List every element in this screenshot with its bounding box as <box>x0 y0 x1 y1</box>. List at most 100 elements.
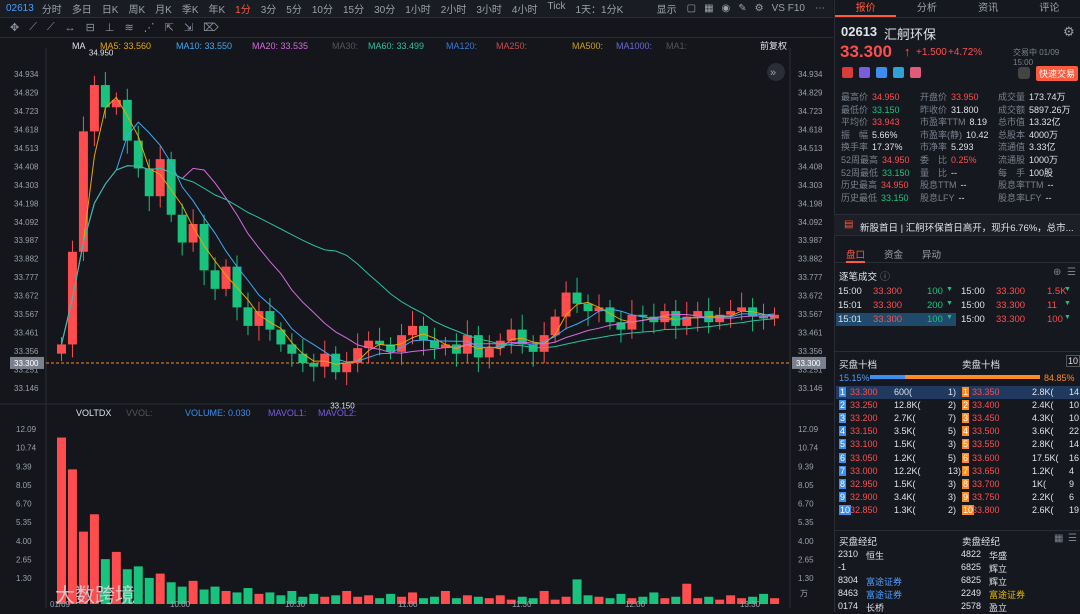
stat-item: 股息率TTM -- <box>998 178 1054 191</box>
interval-tab[interactable]: 1小时 <box>405 1 431 16</box>
cur-price-label-right: 33.300 <box>796 359 821 368</box>
grid-icon[interactable]: ▦ <box>704 3 713 14</box>
orderbook-cell: 10 <box>1069 400 1080 411</box>
orderbook-cell: 5) <box>948 426 957 437</box>
orderbook-row: 7 33.000 12.2K(13) 7 33.650 1.2K(4 <box>836 465 1080 478</box>
volume-bar <box>440 590 450 604</box>
volume-bar <box>155 573 165 604</box>
price-tick-label-right: 34.513 <box>798 144 823 153</box>
price-chart[interactable]: MA MA5: 33.560 MA10: 33.550 MA20: 33.535 MA3… <box>0 38 833 612</box>
interval-tab[interactable]: 4小时 <box>512 1 538 16</box>
draw-tool-icon[interactable]: ⟋ <box>29 21 37 34</box>
pen-icon[interactable]: ✎ <box>738 3 746 14</box>
candle-body <box>177 214 187 243</box>
interval-tab[interactable]: 季K <box>182 1 199 16</box>
tick-cell: 100 <box>1047 314 1063 325</box>
interval-tab[interactable]: 3分 <box>261 1 277 16</box>
tab-quote[interactable]: 报价 <box>835 0 897 17</box>
candle-body <box>254 311 264 326</box>
draw-tool-icon[interactable]: ⋰ <box>144 21 155 34</box>
more-icon[interactable]: ⋯ <box>815 3 825 14</box>
fast-trade-button[interactable]: 快速交易 <box>1036 66 1079 81</box>
broker-name[interactable]: 辉立 <box>989 562 1007 575</box>
stat-value: 34.950 <box>872 92 900 102</box>
interval-tab[interactable]: 月K <box>155 1 172 16</box>
interval-tab[interactable]: 年K <box>209 1 226 16</box>
broker-id: 8463 <box>838 588 859 598</box>
display-menu[interactable]: 显示 <box>657 1 677 16</box>
draw-tool-icon[interactable]: ⇱ <box>165 21 174 34</box>
depth-select[interactable]: 10 <box>1066 355 1080 367</box>
vol-tick-label: 5.35 <box>16 518 32 527</box>
interval-tab[interactable]: Tick <box>547 1 565 16</box>
list-icon[interactable]: ☰ <box>1068 533 1077 544</box>
orderbook-cell: 3.5K( <box>894 426 916 437</box>
draw-tool-icon[interactable]: ✥ <box>10 21 19 34</box>
interval-tab[interactable]: 1分 <box>235 1 251 16</box>
stat-item: 股息LFY -- <box>920 191 965 204</box>
grid-icon[interactable]: ▦ <box>1054 533 1063 544</box>
draw-tool-icon[interactable]: ⇲ <box>184 21 193 34</box>
stat-label: 流通值 <box>998 142 1026 153</box>
broker-name[interactable]: 富途证券 <box>866 588 902 601</box>
interval-tab[interactable]: 30分 <box>374 1 395 16</box>
stock-code[interactable]: 02613 <box>6 3 34 14</box>
interval-tab[interactable]: 分时 <box>42 1 62 16</box>
hk-flag-icon <box>842 67 853 78</box>
interval-tab[interactable]: 多日 <box>72 1 92 16</box>
orderbook-cell: 2) <box>948 504 957 515</box>
broker-name[interactable]: 恒生 <box>866 549 884 562</box>
legend-adj[interactable]: 前复权 <box>760 40 787 51</box>
draw-tool-icon[interactable]: ⊟ <box>86 21 95 34</box>
tab-news[interactable]: 资讯 <box>958 0 1019 17</box>
stat-value: -- <box>960 180 967 191</box>
broker-name[interactable]: 富途证券 <box>866 575 902 588</box>
tick-cell: 200 <box>927 300 943 311</box>
candle-body <box>429 340 439 349</box>
draw-tool-icon[interactable]: ⊥ <box>105 21 115 34</box>
tab-2[interactable]: 异动 <box>922 247 941 261</box>
broker-bid-title: 买盘经纪 <box>839 537 878 548</box>
interval-tab[interactable]: 日K <box>102 1 119 16</box>
orderbook-cell: 2.8K( <box>1032 387 1054 397</box>
news-bar[interactable]: ▤ 新股首日 | 汇舸环保首日高开，现升6.76%，总市... <box>834 214 1080 236</box>
stat-item: 委 比 0.25% <box>920 153 977 166</box>
orderbook-cell: 3) <box>948 478 957 489</box>
list-icon[interactable]: ☰ <box>1067 267 1076 278</box>
price-tick-label-right: 33.461 <box>798 329 823 338</box>
interval-tab[interactable]: 15分 <box>343 1 364 16</box>
orderbook-cell: 3.4K( <box>894 491 916 502</box>
settings-icon[interactable]: ⚙ <box>755 3 764 14</box>
settings-icon[interactable]: ⚙ <box>1063 24 1075 40</box>
tab-analysis[interactable]: 分析 <box>896 0 957 17</box>
stat-value: 5897.26万 <box>1029 104 1071 115</box>
broker-ask-title: 卖盘经纪 <box>962 537 1001 548</box>
broker-name[interactable]: 华盛 <box>989 549 1007 562</box>
interval-tab[interactable]: 10分 <box>312 1 333 16</box>
vol-legend-mavol1: MAVOL1: <box>268 408 306 418</box>
broker-name[interactable]: 长桥 <box>866 601 884 614</box>
draw-tool-icon[interactable]: ⟋ <box>47 21 55 34</box>
draw-tool-icon[interactable]: ≋ <box>124 21 133 34</box>
interval-tab[interactable]: 2小时 <box>441 1 467 16</box>
zoom-icon[interactable]: ⊕ <box>1053 267 1061 278</box>
interval-tab[interactable]: 周K <box>128 1 145 16</box>
price-tick-label-right: 33.882 <box>798 255 823 264</box>
tab-1[interactable]: 资金 <box>884 247 903 261</box>
draw-tool-icon[interactable]: ↔ <box>65 22 76 34</box>
tab-review[interactable]: 评论 <box>1019 0 1080 17</box>
interval-tab[interactable]: 5分 <box>286 1 302 16</box>
period-select[interactable]: 1天：1分K <box>575 1 623 16</box>
broker-name[interactable]: 盈立 <box>989 601 1007 614</box>
broker-name[interactable]: 富途证券 <box>989 588 1025 601</box>
camera-icon[interactable]: ◉ <box>722 3 731 14</box>
tab-0[interactable]: 盘口 <box>846 247 866 263</box>
vs-f10-button[interactable]: VS F10 <box>772 3 805 14</box>
broker-name[interactable]: 辉立 <box>989 575 1007 588</box>
orderbook-row: 1 33.300 600(1) 1 33.350 2.8K(14 <box>836 386 1080 399</box>
alert-icon[interactable] <box>1018 67 1030 79</box>
layout-icon[interactable]: ▢ <box>687 3 696 14</box>
bid-pct: 15.15% <box>839 373 870 383</box>
interval-tab[interactable]: 3小时 <box>476 1 502 16</box>
draw-tool-icon[interactable]: ⌦ <box>203 21 219 34</box>
